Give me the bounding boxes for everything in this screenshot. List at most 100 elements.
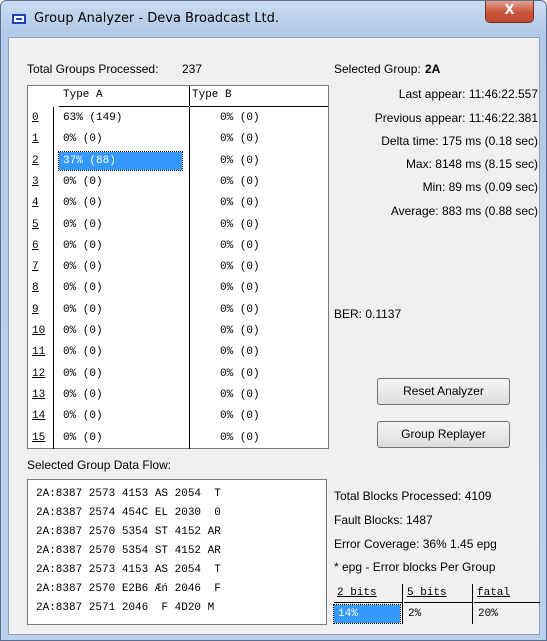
data-flow-line: 2A:8387 2573 4153 AS 2054 T: [36, 564, 221, 576]
column-divider: [189, 341, 190, 364]
column-divider: [189, 170, 190, 193]
table-row[interactable]: 13 0% (0) 0% (0): [28, 383, 328, 406]
table-row[interactable]: 11 0% (0) 0% (0): [28, 341, 328, 364]
app-window-icon: [12, 14, 26, 24]
error-value-fatal[interactable]: 20%: [474, 605, 540, 623]
table-row[interactable]: 12 0% (0) 0% (0): [28, 362, 328, 385]
type-a-cell[interactable]: 0% (0): [59, 429, 182, 447]
average-time: Average: 883 ms (0.88 sec): [390, 204, 538, 218]
type-a-header-label: Type A: [63, 89, 103, 101]
type-a-cell[interactable]: 0% (0): [59, 343, 182, 361]
type-a-cell[interactable]: 0% (0): [59, 386, 182, 404]
column-divider: [189, 277, 190, 300]
type-b-cell[interactable]: 0% (0): [216, 343, 316, 361]
table-row[interactable]: 9 0% (0) 0% (0): [28, 298, 328, 321]
type-a-cell[interactable]: 0% (0): [59, 407, 182, 425]
column-divider: [189, 128, 190, 151]
title-bar[interactable]: Group Analyzer - Deva Broadcast Ltd. X: [1, 1, 546, 37]
type-a-cell[interactable]: 0% (0): [59, 301, 182, 319]
error-value-2-bits[interactable]: 14%: [333, 604, 401, 624]
type-a-cell[interactable]: 0% (0): [59, 322, 182, 340]
column-divider: [189, 234, 190, 257]
type-b-cell[interactable]: 0% (0): [216, 173, 316, 191]
previous-appear: Previous appear: 11:46:22.381: [374, 111, 538, 125]
type-a-cell[interactable]: 0% (0): [59, 279, 182, 297]
type-b-cell[interactable]: 0% (0): [216, 279, 316, 297]
column-divider: [189, 107, 190, 129]
type-b-cell[interactable]: 0% (0): [216, 322, 316, 340]
type-a-cell[interactable]: 0% (0): [59, 237, 182, 255]
table-row[interactable]: 1 0% (0) 0% (0): [28, 128, 328, 151]
error-header-2-bits: 2 bits: [334, 584, 402, 603]
table-row[interactable]: 15 0% (0) 0% (0): [28, 426, 328, 449]
group-replayer-button[interactable]: Group Replayer: [377, 421, 510, 448]
type-b-cell[interactable]: 0% (0): [216, 237, 316, 255]
type-a-cell[interactable]: 37% (88): [58, 150, 183, 171]
total-groups-value: 237: [182, 62, 203, 76]
table-row[interactable]: 6 0% (0) 0% (0): [28, 234, 328, 257]
data-flow-line: 2A:8387 2573 4153 AS 2054 T: [36, 488, 221, 500]
error-table-divider: [472, 584, 473, 624]
total-groups-label: Total Groups Processed:: [27, 62, 159, 76]
type-b-cell[interactable]: 0% (0): [216, 301, 316, 319]
row-index: 9: [28, 298, 54, 321]
delta-time: Delta time: 175 ms (0.18 sec): [381, 134, 538, 148]
column-divider: [189, 256, 190, 279]
row-index: 11: [28, 341, 54, 364]
selected-group-value: 2A: [425, 62, 441, 76]
ber-value: BER: 0.1137: [334, 307, 402, 321]
row-index: 1: [28, 128, 54, 151]
type-a-cell[interactable]: 63% (149): [59, 109, 182, 127]
row-index: 6: [28, 234, 54, 257]
reset-analyzer-button[interactable]: Reset Analyzer: [377, 378, 510, 405]
data-flow-label: Selected Group Data Flow:: [27, 458, 172, 472]
table-row[interactable]: 14 0% (0) 0% (0): [28, 405, 328, 428]
column-header-type-a[interactable]: Type A: [59, 86, 189, 107]
data-flow-list[interactable]: 2A:8387 2573 4153 AS 2054 T 2A:8387 2574 …: [27, 479, 327, 625]
column-divider: [189, 383, 190, 406]
type-b-cell[interactable]: 0% (0): [216, 216, 316, 234]
type-b-cell[interactable]: 0% (0): [216, 429, 316, 447]
type-b-cell[interactable]: 0% (0): [216, 365, 316, 383]
row-index: 5: [28, 213, 54, 236]
row-index: 8: [28, 277, 54, 300]
type-a-cell[interactable]: 0% (0): [59, 173, 182, 191]
table-row[interactable]: 2 37% (88) 0% (0): [28, 149, 328, 172]
table-row[interactable]: 0 63% (149) 0% (0): [28, 107, 328, 129]
type-a-cell[interactable]: 0% (0): [59, 258, 182, 276]
data-flow-line: 2A:8387 2571 2046 F 4D20 M: [36, 602, 215, 614]
last-appear: Last appear: 11:46:22.557: [398, 87, 538, 101]
type-b-header-label: Type B: [192, 89, 232, 101]
error-header-5-bits: 5 bits: [404, 584, 472, 603]
type-b-cell[interactable]: 0% (0): [216, 109, 316, 127]
type-a-cell[interactable]: 0% (0): [59, 216, 182, 234]
type-b-cell[interactable]: 0% (0): [216, 194, 316, 212]
table-row[interactable]: 3 0% (0) 0% (0): [28, 170, 328, 193]
row-index: 2: [28, 149, 54, 172]
error-value-5-bits[interactable]: 2%: [404, 605, 470, 623]
table-row[interactable]: 4 0% (0) 0% (0): [28, 192, 328, 215]
table-row[interactable]: 10 0% (0) 0% (0): [28, 320, 328, 342]
type-a-cell[interactable]: 0% (0): [59, 130, 182, 148]
min-time: Min: 89 ms (0.09 sec): [422, 180, 538, 194]
type-a-cell[interactable]: 0% (0): [59, 194, 182, 212]
type-a-cell[interactable]: 0% (0): [59, 365, 182, 383]
table-row[interactable]: 7 0% (0) 0% (0): [28, 256, 328, 279]
fault-blocks: Fault Blocks: 1487: [334, 513, 433, 527]
table-row[interactable]: 5 0% (0) 0% (0): [28, 213, 328, 236]
table-row[interactable]: 8 0% (0) 0% (0): [28, 277, 328, 300]
row-index: 14: [28, 405, 54, 428]
row-index: 13: [28, 383, 54, 406]
type-b-cell[interactable]: 0% (0): [216, 152, 316, 170]
column-divider: [189, 320, 190, 342]
groups-table[interactable]: Type A Type B 0 63% (149) 0% (0) 1 0% (0) 0% …: [27, 85, 329, 449]
row-index: 4: [28, 192, 54, 215]
data-flow-line: 2A:8387 2570 5354 ST 4152 AR: [36, 545, 221, 557]
column-header-type-b[interactable]: Type B: [190, 86, 328, 107]
type-b-cell[interactable]: 0% (0): [216, 407, 316, 425]
close-button[interactable]: X: [485, 1, 534, 23]
row-index: 10: [28, 320, 54, 342]
type-b-cell[interactable]: 0% (0): [216, 130, 316, 148]
type-b-cell[interactable]: 0% (0): [216, 386, 316, 404]
type-b-cell[interactable]: 0% (0): [216, 258, 316, 276]
